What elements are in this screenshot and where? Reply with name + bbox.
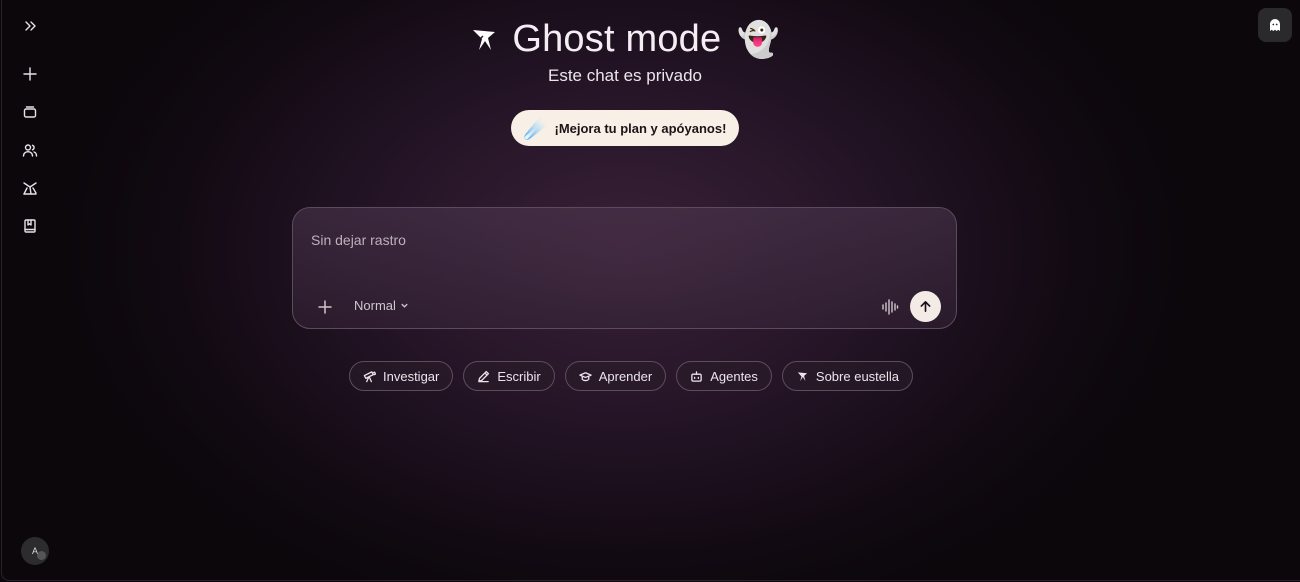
comet-icon: ☄️ <box>523 117 549 140</box>
chip-investigar[interactable]: Investigar <box>349 361 454 391</box>
chevron-down-icon <box>401 303 408 308</box>
chip-escribir[interactable]: Escribir <box>463 361 555 391</box>
pencil-icon <box>478 370 490 382</box>
page-title: Ghost mode <box>512 18 722 60</box>
message-composer: Normal <box>292 207 957 329</box>
arrow-up-icon <box>920 301 931 312</box>
chats-icon[interactable] <box>18 100 42 124</box>
voice-input-button[interactable] <box>879 296 901 318</box>
send-button[interactable] <box>910 291 941 322</box>
audio-waveform-icon <box>882 299 899 315</box>
chip-label: Investigar <box>383 368 440 384</box>
library-icon[interactable] <box>18 214 42 238</box>
graduation-cap-icon <box>578 371 592 381</box>
plus-icon <box>318 300 332 314</box>
chip-label: Sobre eustella <box>815 368 900 384</box>
suggestion-chips: Investigar Escribir Aprender Agentes Sob… <box>349 361 914 391</box>
avatar[interactable]: A <box>21 537 49 565</box>
robot-icon <box>691 370 702 382</box>
chip-sobre-eustella[interactable]: Sobre eustella <box>781 361 914 391</box>
mode-select[interactable]: Normal <box>354 298 409 313</box>
upgrade-plan-button[interactable]: ☄️ ¡Mejora tu plan y apóyanos! <box>511 110 739 146</box>
app-window: A Ghost mode 👻 Este chat es privado ☄️ ¡… <box>0 0 1300 582</box>
page-subtitle: Este chat es privado <box>547 66 703 85</box>
chip-aprender[interactable]: Aprender <box>564 361 667 391</box>
status-dot <box>37 551 46 560</box>
ghost-mode-toggle[interactable] <box>1258 8 1292 42</box>
users-icon[interactable] <box>18 138 42 162</box>
attach-button[interactable] <box>315 297 335 317</box>
mode-select-value: Normal <box>354 298 396 313</box>
telescope-icon <box>363 370 376 382</box>
sidebar: A <box>0 0 60 582</box>
chip-label: Aprender <box>598 368 653 384</box>
ghost-emoji-icon: 👻 <box>737 20 780 59</box>
header: Ghost mode 👻 <box>0 18 1250 61</box>
eustella-logo-icon <box>797 371 808 381</box>
chip-label: Escribir <box>497 368 541 384</box>
explore-icon[interactable] <box>18 176 42 200</box>
sparkle-plane-icon <box>473 29 496 50</box>
chip-label: Agentes <box>710 368 758 384</box>
ghost-icon <box>1270 19 1280 31</box>
upgrade-plan-label: ¡Mejora tu plan y apóyanos! <box>554 120 727 136</box>
chip-agentes[interactable]: Agentes <box>676 361 772 391</box>
message-input[interactable] <box>309 230 913 274</box>
